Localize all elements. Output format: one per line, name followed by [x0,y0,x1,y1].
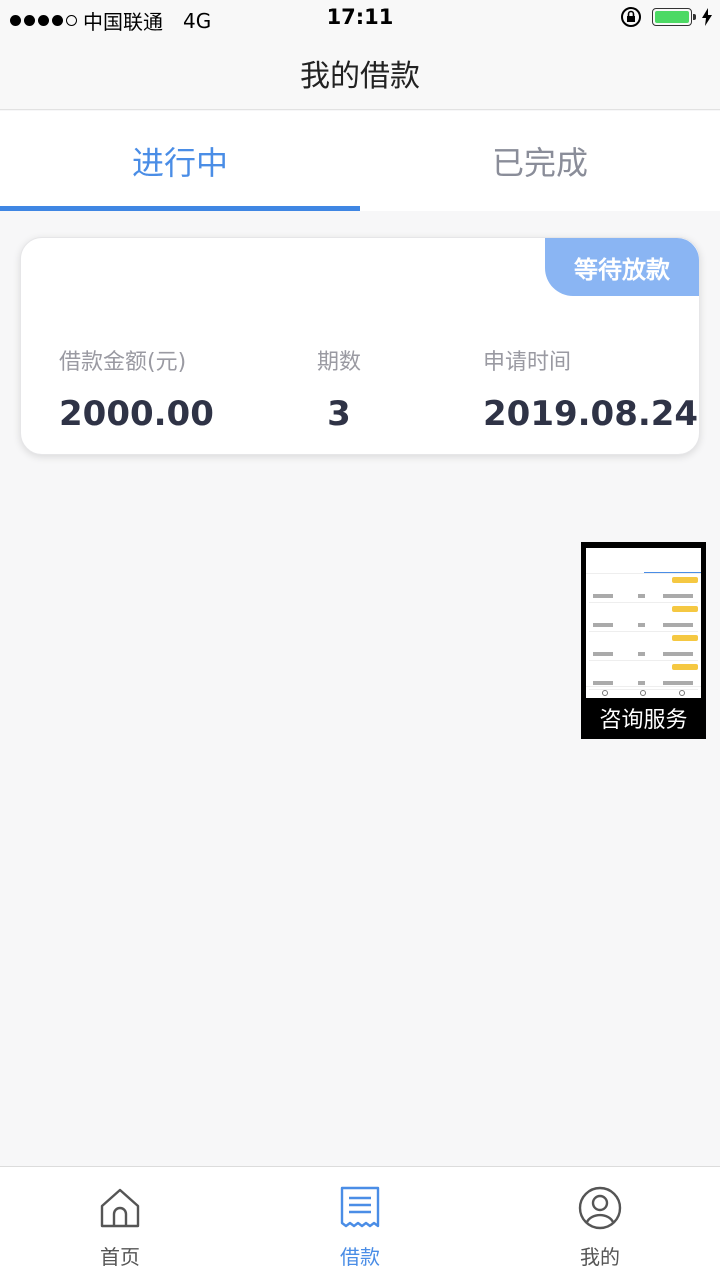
tab-label: 进行中 [131,144,228,182]
consult-label: 咨询服务 [599,708,688,733]
tabbar-item-loan[interactable]: 借款 [240,1167,480,1280]
date-label: 申请时间 [483,350,572,375]
consult-preview-image [586,548,701,698]
tab-completed[interactable]: 已完成 [360,111,720,211]
bottom-tab-bar: 首页 借款 我的 [0,1166,720,1280]
tabbar-label: 首页 [100,1245,140,1269]
loan-amount: 借款金额(元) 2000.00 [59,344,214,434]
rotation-lock-icon [621,7,641,27]
tabbar-item-mine[interactable]: 我的 [480,1167,720,1280]
home-icon [100,1188,140,1228]
status-right [620,6,712,28]
terms-value: 3 [327,394,351,434]
status-badge: 等待放款 [545,238,699,296]
amount-label: 借款金额(元) [59,350,187,375]
date-value: 2019.08.24 [483,394,699,434]
consult-service-button[interactable]: 咨询服务 [581,542,706,739]
clock: 17:11 [326,5,394,29]
page-title: 我的借款 [300,58,420,94]
charging-bolt-icon [702,8,712,26]
battery-icon [652,8,696,26]
loan-apply-date: 申请时间 2019.08.24 [483,344,698,434]
status-tabs: 进行中 已完成 [0,111,720,211]
nav-header: 我的借款 [0,36,720,110]
tabbar-label: 借款 [340,1245,380,1269]
terms-label: 期数 [317,350,362,375]
tab-in-progress[interactable]: 进行中 [0,111,360,211]
tabbar-label: 我的 [580,1245,620,1269]
loan-receipt-icon [340,1186,380,1228]
tabbar-item-home[interactable]: 首页 [0,1167,240,1280]
loan-terms: 期数 3 [317,344,361,434]
loan-card[interactable]: 等待放款 借款金额(元) 2000.00 期数 3 申请时间 2019.08.2… [20,237,700,455]
tab-active-indicator [0,206,360,211]
user-icon [578,1186,622,1230]
status-bar: 中国联通 4G 17:11 [0,0,720,36]
app-screen: 中国联通 4G 17:11 我的借款 进行中 已完成 等待放款 借款金额(元) … [0,0,720,1280]
tab-label: 已完成 [491,144,588,182]
amount-value: 2000.00 [59,394,214,434]
